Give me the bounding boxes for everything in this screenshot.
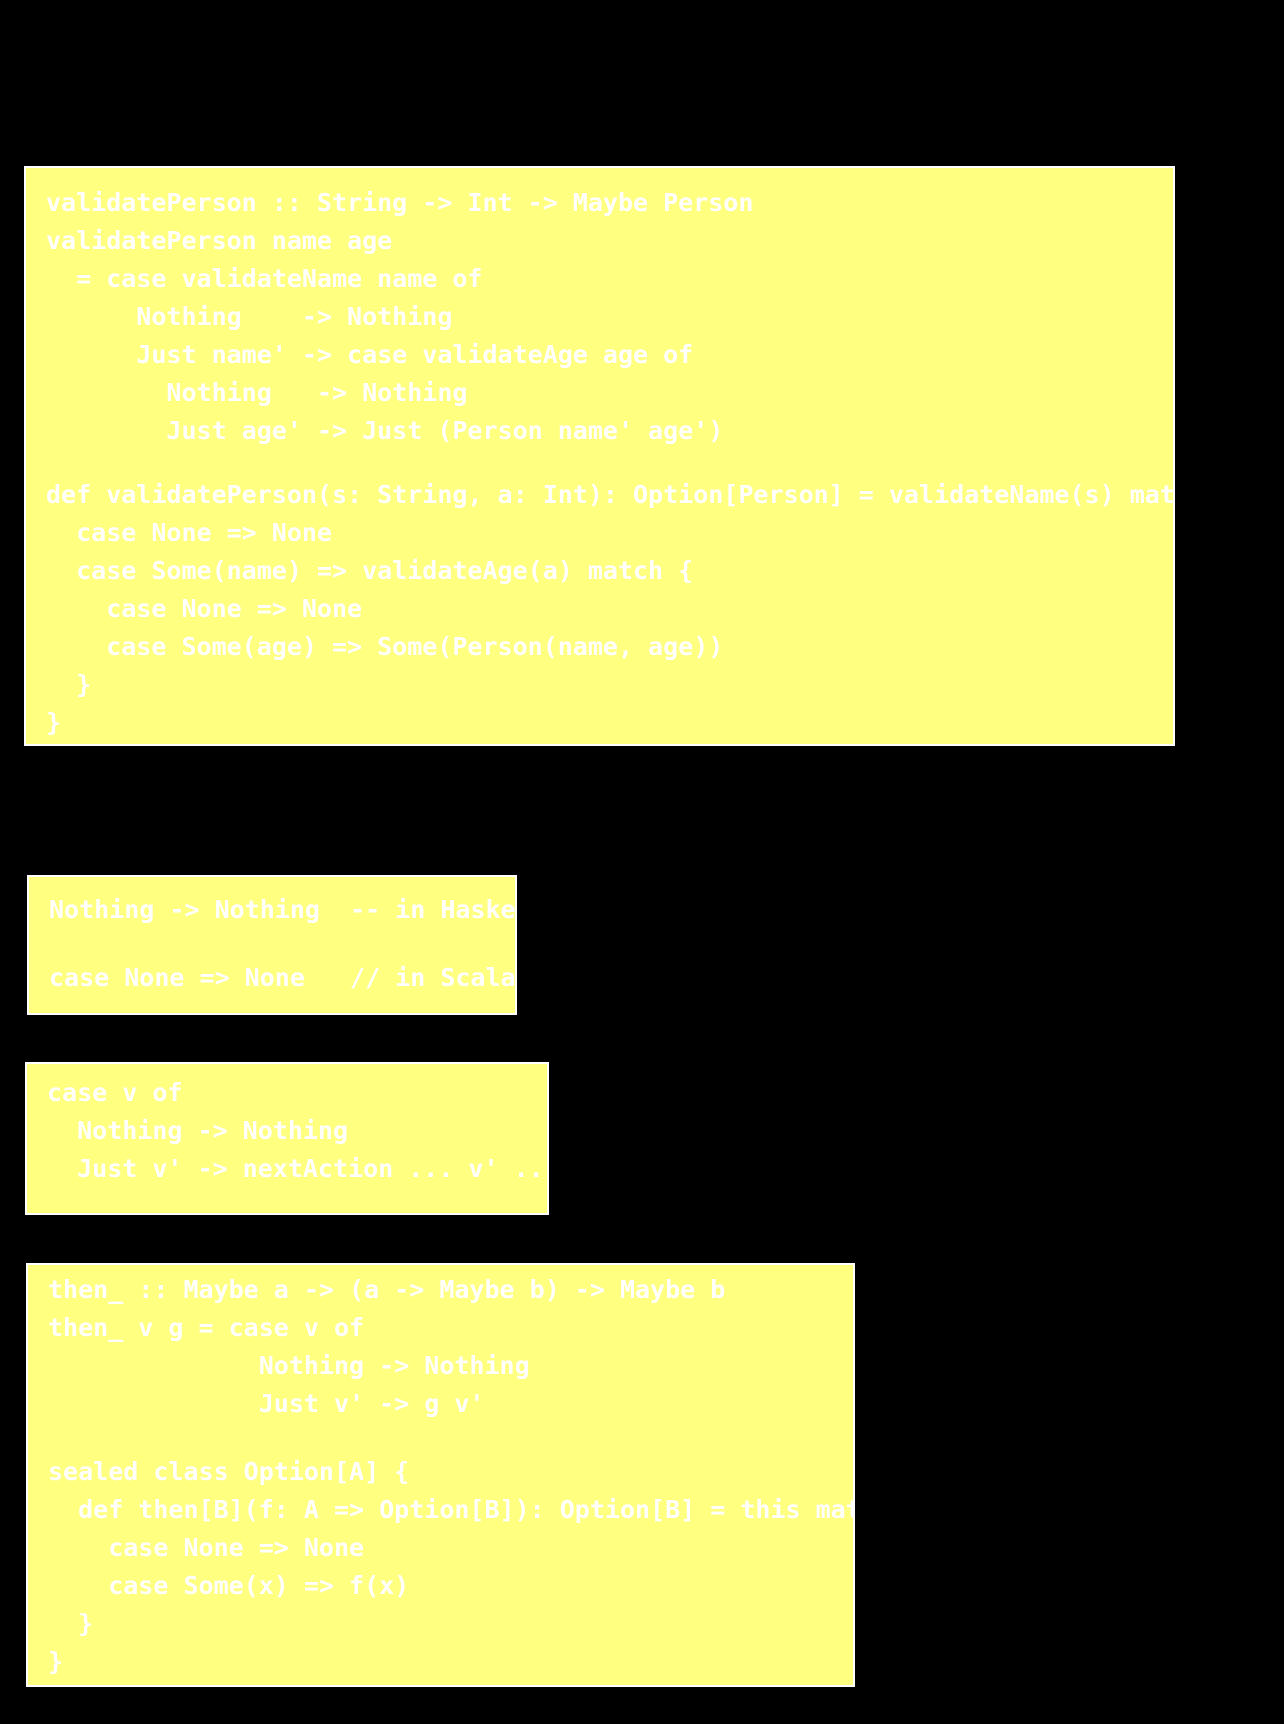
- code-block-then-definition: then_ :: Maybe a -> (a -> Maybe b) -> Ma…: [26, 1263, 855, 1687]
- code-line: validatePerson :: String -> Int -> Maybe…: [46, 188, 754, 217]
- code-block-validate-person: validatePerson :: String -> Int -> Maybe…: [24, 166, 1175, 746]
- code-line-scala: case None => None // in Scala: [49, 963, 516, 992]
- code-line: def then[B](f: A => Option[B]): Option[B…: [48, 1495, 855, 1524]
- code-line: Just v' -> g v': [48, 1389, 485, 1418]
- code-line: }: [48, 1647, 64, 1676]
- code-line: case None => None: [46, 594, 363, 623]
- code-line-haskell: Nothing -> Nothing -- in Haskell: [49, 895, 517, 924]
- code-block-comparison: Nothing -> Nothing -- in Haskell case Non…: [27, 875, 517, 1015]
- code-line: = case validateName name of: [46, 264, 483, 293]
- code-line: case None => None: [48, 1533, 365, 1562]
- code-line: case Some(x) => f(x): [48, 1571, 410, 1600]
- code-line: Nothing -> Nothing: [46, 378, 468, 407]
- code-line: Just age' -> Just (Person name' age'): [46, 416, 724, 445]
- code-line: }: [46, 708, 62, 737]
- code-spacer: [49, 929, 495, 959]
- code-line: sealed class Option[A] {: [48, 1457, 410, 1486]
- code-line: Nothing -> Nothing: [48, 1351, 530, 1380]
- code-spacer: [46, 450, 1153, 476]
- code-line: def validatePerson(s: String, a: Int): O…: [46, 480, 1175, 509]
- code-line: then_ :: Maybe a -> (a -> Maybe b) -> Ma…: [48, 1275, 726, 1304]
- code-line: then_ v g = case v of: [48, 1313, 365, 1342]
- code-line: Just v' -> nextAction ... v' ...: [47, 1154, 549, 1183]
- code-line: validatePerson name age: [46, 226, 393, 255]
- code-line: }: [48, 1609, 94, 1638]
- code-line: case Some(age) => Some(Person(name, age)…: [46, 632, 724, 661]
- code-line: case None => None: [46, 518, 332, 547]
- code-spacer: [48, 1423, 833, 1453]
- code-line: case v of: [47, 1078, 183, 1107]
- code-line: }: [46, 670, 92, 699]
- code-block-case-pattern: case v of Nothing -> Nothing Just v' -> …: [25, 1062, 549, 1215]
- code-line: Just name' -> case validateAge age of: [46, 340, 694, 369]
- code-line: case Some(name) => validateAge(a) match …: [46, 556, 694, 585]
- code-line: Nothing -> Nothing: [46, 302, 453, 331]
- code-line: Nothing -> Nothing: [47, 1116, 349, 1145]
